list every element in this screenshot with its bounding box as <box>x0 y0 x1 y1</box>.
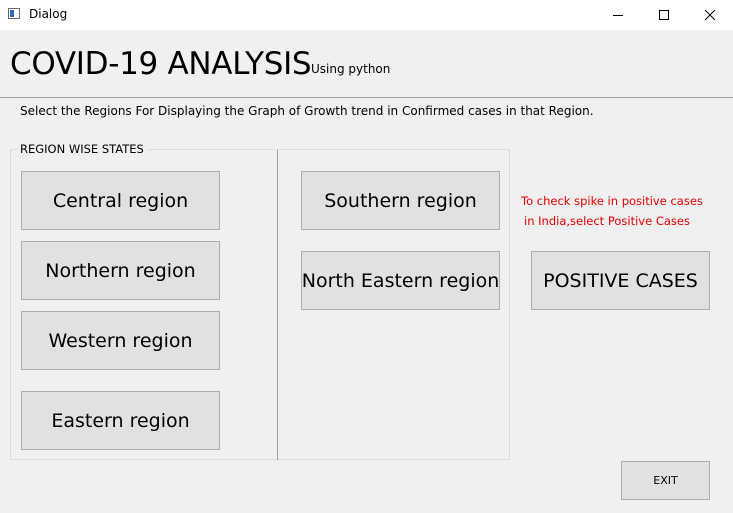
exit-button[interactable]: EXIT <box>621 461 710 500</box>
page-subtitle: Using python <box>311 62 391 76</box>
instruction-text: Select the Regions For Displaying the Gr… <box>20 104 594 118</box>
region-column-divider <box>277 150 278 460</box>
dialog-app-icon <box>8 8 20 19</box>
positive-cases-note-line1: To check spike in positive cases <box>521 194 703 208</box>
northern-region-button[interactable]: Northern region <box>21 241 220 300</box>
minimize-icon <box>613 15 623 16</box>
region-groupbox-title: REGION WISE STATES <box>17 142 147 156</box>
positive-cases-button[interactable]: POSITIVE CASES <box>531 251 710 310</box>
page-title: COVID-19 ANALYSIS <box>10 46 312 82</box>
central-region-button[interactable]: Central region <box>21 171 220 230</box>
minimize-button[interactable] <box>595 0 641 30</box>
north-eastern-region-button[interactable]: North Eastern region <box>301 251 500 310</box>
western-region-button[interactable]: Western region <box>21 311 220 370</box>
close-icon <box>704 9 716 21</box>
southern-region-button[interactable]: Southern region <box>301 171 500 230</box>
window-title: Dialog <box>29 7 68 21</box>
maximize-button[interactable] <box>641 0 687 30</box>
title-bar[interactable]: Dialog <box>0 0 733 30</box>
close-button[interactable] <box>687 0 733 30</box>
maximize-icon <box>659 10 669 20</box>
positive-cases-note-line2: in India,select Positive Cases <box>524 214 690 228</box>
eastern-region-button[interactable]: Eastern region <box>21 391 220 450</box>
header-divider <box>0 97 733 98</box>
dialog-window: Dialog COVID-19 ANALYSIS Using python Se… <box>0 0 733 513</box>
